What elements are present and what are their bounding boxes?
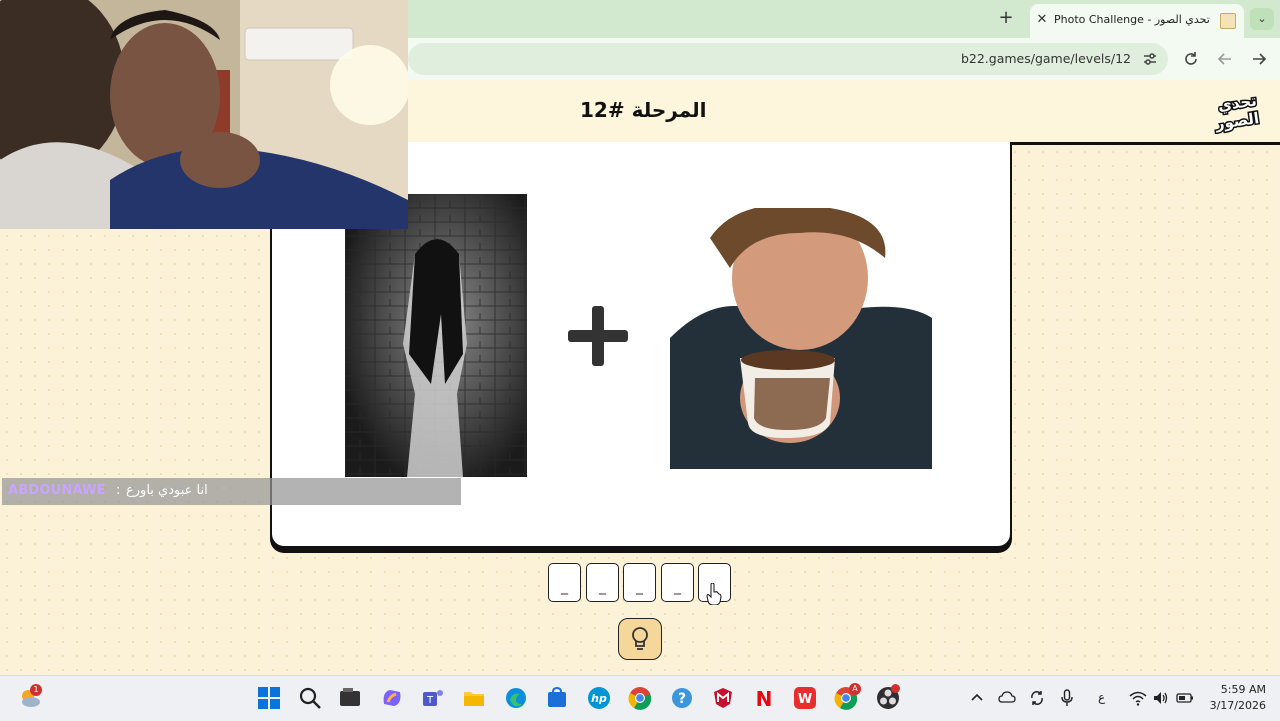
site-favicon-icon (1220, 13, 1236, 29)
streamer-webcam-overlay (0, 0, 408, 229)
battery-icon[interactable] (1176, 689, 1194, 707)
game-logo[interactable]: تحدي الصور (1208, 88, 1268, 134)
close-tab-icon[interactable]: ✕ (1034, 12, 1050, 28)
weather-notification-badge: 1 (30, 684, 42, 696)
copilot-icon[interactable] (380, 686, 404, 710)
plus-icon (568, 306, 628, 366)
svg-text:hp: hp (591, 692, 607, 705)
onedrive-icon[interactable] (998, 689, 1016, 707)
tab-title: Photo Challenge - تحدي الصور (1054, 13, 1210, 26)
reload-icon[interactable] (1182, 50, 1200, 68)
tab-search-chevron-icon[interactable]: ⌄ (1250, 8, 1274, 30)
answer-slot[interactable]: _ (586, 563, 619, 602)
chat-message-text: انا عبودي باورع (126, 483, 208, 498)
teams-icon[interactable]: T (421, 686, 445, 710)
forward-arrow-icon[interactable] (1250, 50, 1268, 68)
back-arrow-icon[interactable] (1216, 50, 1234, 68)
netflix-icon[interactable]: N (752, 686, 776, 710)
windows-taskbar: 1 T hp ? N W A ع 5:59 AM 3/17/2026 (0, 675, 1280, 721)
obs-recording-dot-icon (891, 684, 900, 693)
chrome-icon[interactable] (628, 686, 652, 710)
wifi-icon[interactable] (1129, 689, 1147, 707)
svg-text:T: T (426, 695, 434, 706)
site-settings-icon[interactable] (1142, 51, 1158, 67)
edge-browser-icon[interactable] (504, 686, 528, 710)
help-app-icon[interactable]: ? (670, 686, 694, 710)
chat-separator: : (116, 483, 121, 498)
windows-start-icon[interactable] (257, 686, 281, 710)
answer-slot[interactable]: _ (548, 563, 581, 602)
address-bar[interactable]: b22.games/game/levels/12 (408, 43, 1168, 75)
clock-date[interactable]: 3/17/2026 (1200, 699, 1266, 712)
clock-time[interactable]: 5:59 AM (1210, 683, 1266, 696)
svg-text:?: ? (678, 691, 686, 707)
answer-slot[interactable]: _ (623, 563, 656, 602)
chrome-profile-badge: A (849, 683, 861, 695)
microsoft-store-icon[interactable] (545, 686, 569, 710)
hp-icon[interactable]: hp (587, 686, 611, 710)
answer-slot[interactable]: _ (661, 563, 694, 602)
level-title: المرحلة #12 (580, 98, 707, 122)
url-text[interactable]: b22.games/game/levels/12 (961, 51, 1131, 66)
input-language-indicator[interactable]: ع (1098, 690, 1105, 704)
task-view-icon[interactable] (338, 686, 362, 710)
search-icon[interactable] (298, 686, 322, 710)
hint-button[interactable] (618, 618, 662, 660)
ghost-girl-photo (345, 194, 527, 477)
mcafee-icon[interactable] (711, 686, 735, 710)
wps-office-icon[interactable]: W (793, 686, 817, 710)
hand-cursor-icon (706, 583, 722, 605)
browser-tab[interactable]: ✕ Photo Challenge - تحدي الصور (1030, 4, 1244, 38)
file-explorer-icon[interactable] (462, 686, 486, 710)
lightbulb-icon (632, 627, 648, 650)
chat-username: ABDOUNAWE (8, 483, 106, 498)
sync-icon[interactable] (1028, 689, 1046, 707)
new-tab-button[interactable]: + (996, 8, 1016, 28)
volume-icon[interactable] (1152, 689, 1170, 707)
show-hidden-icons-chevron-icon[interactable] (968, 689, 986, 707)
microphone-icon[interactable] (1058, 689, 1076, 707)
stream-chat-message: ABDOUNAWE : انا عبودي باورع (2, 478, 461, 505)
man-drinking-coffee-photo (670, 208, 932, 469)
svg-text:N: N (756, 687, 773, 710)
svg-text:W: W (798, 692, 812, 707)
